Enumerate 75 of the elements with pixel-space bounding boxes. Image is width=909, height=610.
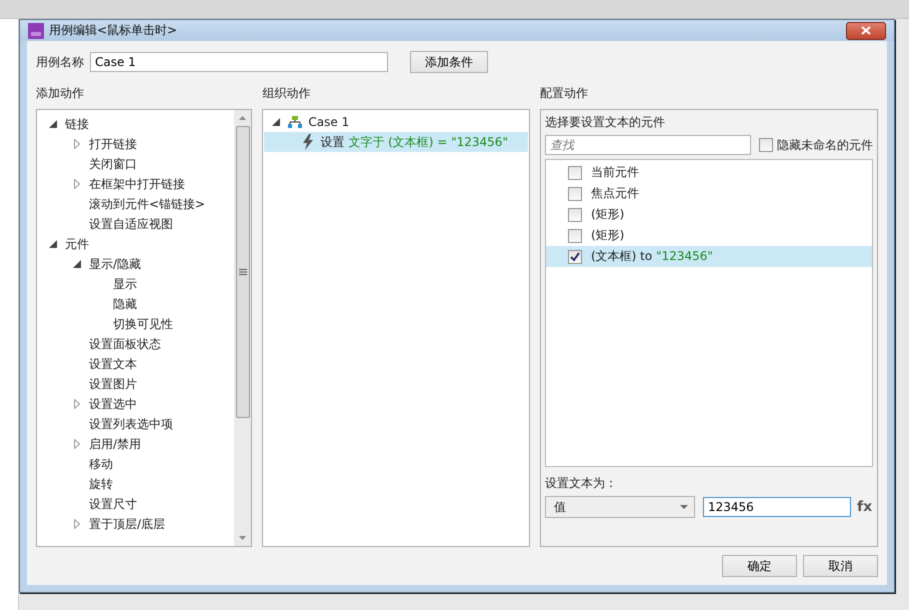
lightning-icon <box>302 134 314 150</box>
value-field[interactable]: 123456 <box>703 497 851 517</box>
widget-label: 当前元件 <box>591 164 639 181</box>
widget-label: (文本框) to "123456" <box>591 248 713 265</box>
fx-button[interactable]: fx <box>857 499 872 515</box>
scrollbar[interactable] <box>234 110 252 546</box>
tree-item[interactable]: 设置自适应视图 <box>89 216 173 232</box>
widget-label: 焦点元件 <box>591 185 639 202</box>
case-name-label: 用例名称 <box>36 54 84 70</box>
tree-item[interactable]: 打开链接 <box>89 136 137 152</box>
panel-heading: 组织动作 <box>262 85 312 102</box>
collapsed-arrow-icon[interactable] <box>74 439 80 449</box>
scroll-down-icon[interactable] <box>239 534 246 542</box>
tree-item[interactable]: 设置选中 <box>89 396 137 412</box>
set-text-label: 设置文本为： <box>545 475 618 492</box>
widget-row[interactable]: 焦点元件 <box>546 183 872 204</box>
action-row[interactable]: 设置 文字于 (文本框) = "123456" <box>264 132 528 152</box>
caret-icon <box>680 504 688 510</box>
checkbox[interactable] <box>568 186 582 200</box>
widget-row[interactable]: 当前元件 <box>546 162 872 183</box>
value-type-dropdown[interactable]: 值 <box>545 496 695 518</box>
collapsed-arrow-icon[interactable] <box>74 139 80 149</box>
tree-item[interactable]: 设置列表选中项 <box>89 416 173 432</box>
collapsed-arrow-icon[interactable] <box>74 179 80 189</box>
checkbox[interactable] <box>568 166 582 180</box>
tree-item[interactable]: 旋转 <box>89 476 113 492</box>
checkbox[interactable] <box>568 208 582 222</box>
expanded-arrow-icon[interactable] <box>49 240 57 248</box>
tree-item[interactable]: 关闭窗口 <box>89 156 137 172</box>
widget-row[interactable]: (文本框) to "123456" <box>546 246 872 267</box>
add-condition-button[interactable]: 添加条件 <box>410 51 488 73</box>
dialog-button[interactable]: 确定 <box>722 555 797 577</box>
tree-item[interactable]: 移动 <box>89 456 113 472</box>
checkbox[interactable] <box>568 228 582 242</box>
dialog-button[interactable]: 取消 <box>803 555 878 577</box>
expanded-arrow-icon[interactable] <box>272 118 280 126</box>
tree-item[interactable]: 隐藏 <box>113 296 137 312</box>
tree-item[interactable]: 设置图片 <box>89 376 137 392</box>
widget-row[interactable]: (矩形) <box>546 225 872 246</box>
tree-item[interactable]: 设置面板状态 <box>89 336 161 352</box>
close-button[interactable] <box>846 22 886 40</box>
widget-row[interactable]: (矩形) <box>546 204 872 225</box>
scroll-thumb[interactable] <box>236 126 250 418</box>
tree-item[interactable]: 滚动到元件<锚链接> <box>89 196 206 212</box>
expanded-arrow-icon[interactable] <box>49 120 57 128</box>
tree-item[interactable]: 显示/隐藏 <box>89 256 142 272</box>
close-icon <box>861 26 871 35</box>
scroll-up-icon[interactable] <box>239 114 246 122</box>
tree-item[interactable]: 元件 <box>65 236 89 252</box>
tree-item[interactable]: 置于顶层/底层 <box>89 516 166 532</box>
case-name-field[interactable]: Case 1 <box>90 52 388 72</box>
tree-item[interactable]: 设置尺寸 <box>89 496 137 512</box>
search-field[interactable]: 查找 <box>545 135 751 155</box>
collapsed-arrow-icon[interactable] <box>74 399 80 409</box>
grip-icon <box>238 269 247 275</box>
panel-heading: 添加动作 <box>36 85 85 102</box>
tree-item[interactable]: 在框架中打开链接 <box>89 176 185 192</box>
tree-item[interactable]: 切换可见性 <box>113 316 173 332</box>
widget-label: (矩形) <box>591 206 624 223</box>
tree-item[interactable]: 链接 <box>65 116 89 132</box>
section-label: 选择要设置文本的元件 <box>545 114 666 131</box>
flowchart-icon <box>288 116 302 128</box>
checkbox[interactable] <box>568 250 582 264</box>
widget-label: (矩形) <box>591 227 624 244</box>
tree-item[interactable]: 显示 <box>113 276 137 292</box>
tree-item[interactable]: 启用/禁用 <box>89 436 142 452</box>
expanded-arrow-icon[interactable] <box>73 260 81 268</box>
action-text: 设置 文字于 (文本框) = "123456" <box>320 134 508 150</box>
collapsed-arrow-icon[interactable] <box>74 519 80 529</box>
case-item[interactable]: Case 1 <box>308 115 350 129</box>
panel-heading: 配置动作 <box>540 85 589 102</box>
hide-unnamed-checkbox[interactable]: 隐藏未命名的元件 <box>759 136 873 154</box>
tree-item[interactable]: 设置文本 <box>89 356 137 372</box>
app-logo-icon <box>28 22 44 38</box>
window-title: 用例编辑<鼠标单击时> <box>49 22 178 39</box>
